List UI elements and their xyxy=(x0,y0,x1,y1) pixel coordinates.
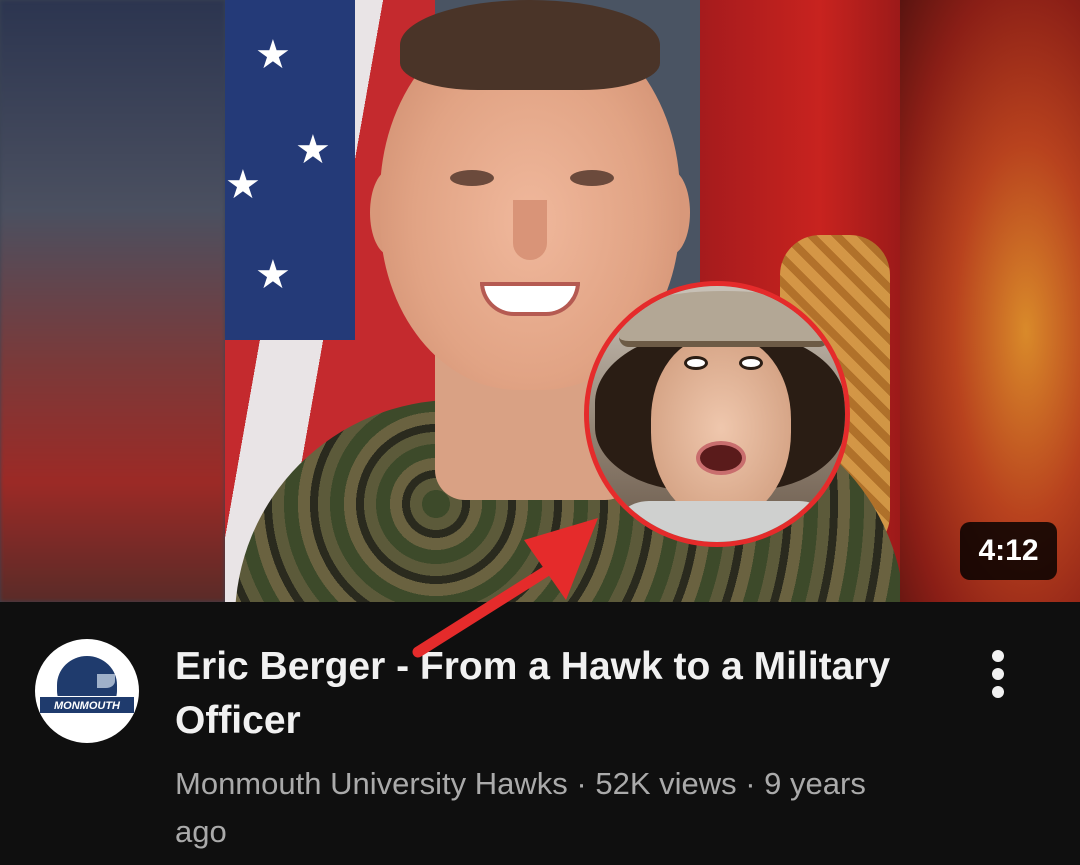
star-icon: ★ xyxy=(255,33,291,77)
star-icon: ★ xyxy=(255,253,291,297)
star-icon: ★ xyxy=(225,163,261,207)
duration-badge: 4:12 xyxy=(960,522,1057,580)
video-metadata: Monmouth University Hawks · 52K views · … xyxy=(175,766,866,849)
reaction-inset-circle xyxy=(584,281,850,547)
video-title[interactable]: Eric Berger - From a Hawk to a Military … xyxy=(175,640,895,748)
thumbnail-blur-right xyxy=(900,0,1080,602)
thumbnail-blur-left xyxy=(0,0,225,602)
hawk-logo-icon: MONMOUTH xyxy=(39,656,135,726)
video-thumbnail[interactable]: ★ ★ ★ ★ 4:12 xyxy=(0,0,1080,602)
more-vertical-icon[interactable] xyxy=(970,644,1026,704)
channel-avatar[interactable]: MONMOUTH xyxy=(35,639,139,743)
star-icon: ★ xyxy=(295,128,331,172)
video-info[interactable]: MONMOUTH Eric Berger - From a Hawk to a … xyxy=(0,602,1080,865)
